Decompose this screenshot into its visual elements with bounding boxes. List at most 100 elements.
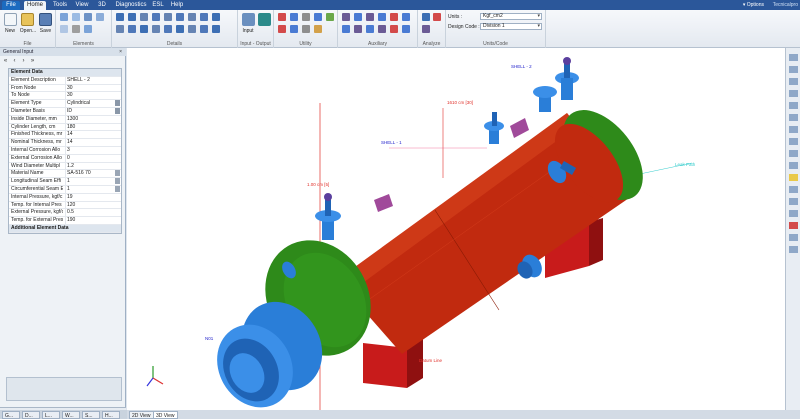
- open-folder-icon[interactable]: [21, 13, 34, 26]
- grid-row-value[interactable]: 1300: [65, 115, 121, 123]
- dropdown-arrow-icon[interactable]: [115, 100, 120, 107]
- grid-row[interactable]: Longitudinal Seam Effi 1: [9, 178, 121, 186]
- rotate-icon[interactable]: [789, 90, 798, 97]
- print-view-icon[interactable]: [789, 246, 798, 253]
- ellipsis-button[interactable]: [115, 185, 120, 192]
- open-button[interactable]: Open...: [18, 28, 38, 34]
- gear-icon[interactable]: [302, 25, 310, 33]
- 3d-view-canvas[interactable]: SHELL - 2 SHELL - 1 1610 cm [30] 1.00 cm…: [127, 48, 785, 410]
- taskbar-item-l[interactable]: L...: [42, 411, 60, 419]
- tab-diagnostics[interactable]: Diagnostics: [114, 1, 148, 10]
- aux-6-icon[interactable]: [402, 13, 410, 21]
- design-code-select[interactable]: Division 1: [480, 23, 542, 30]
- grid-row[interactable]: Material Name SA-516 70: [9, 170, 121, 179]
- ellipsis-button[interactable]: [115, 178, 120, 185]
- delete-icon[interactable]: [72, 25, 80, 33]
- pan-icon[interactable]: [789, 78, 798, 85]
- head-icon[interactable]: [72, 13, 80, 21]
- taskbar-item-general[interactable]: G...: [2, 411, 20, 419]
- tab-esl[interactable]: ESL: [150, 1, 166, 10]
- wind-icon[interactable]: [152, 25, 160, 33]
- aux-4-icon[interactable]: [378, 13, 386, 21]
- grid-row[interactable]: Element Type Cylindrical: [9, 100, 121, 108]
- taskbar-item-d[interactable]: D...: [22, 411, 40, 419]
- basering-icon[interactable]: [176, 25, 184, 33]
- taskbar-item-h[interactable]: H...: [102, 411, 120, 419]
- ellipsis-button[interactable]: [115, 170, 120, 177]
- output-icon[interactable]: [258, 13, 271, 26]
- input-button[interactable]: Input: [239, 28, 257, 34]
- grid-row-value[interactable]: 3: [65, 146, 121, 154]
- list-icon[interactable]: [290, 25, 298, 33]
- grid-row[interactable]: From Node 30: [9, 84, 121, 93]
- node-numbers-icon[interactable]: [789, 186, 798, 193]
- cone-icon[interactable]: [84, 13, 92, 21]
- help-search[interactable]: Tecnicalpro: [773, 1, 798, 9]
- grid-row[interactable]: Internal Pressure, kgf/c 19: [9, 193, 121, 202]
- zoom-icon[interactable]: [314, 13, 322, 21]
- grid-row[interactable]: Temp. for External Pres 190: [9, 217, 121, 225]
- lug-icon[interactable]: [212, 13, 220, 21]
- aux-10-icon[interactable]: [378, 25, 386, 33]
- nozzle-toggle-icon[interactable]: [789, 222, 798, 229]
- grid-row[interactable]: Internal Corrosion Allo 3: [9, 146, 121, 155]
- grid-row-value[interactable]: 0.5: [65, 209, 121, 217]
- leg-icon[interactable]: [116, 25, 124, 33]
- error-check-icon[interactable]: [278, 25, 286, 33]
- aux-9-icon[interactable]: [366, 25, 374, 33]
- grid-row-value[interactable]: SHELL - 2: [65, 76, 121, 84]
- tab-view[interactable]: View: [72, 1, 92, 10]
- new-button[interactable]: New: [1, 28, 19, 34]
- calculator-icon[interactable]: [326, 13, 334, 21]
- options-menu[interactable]: ▾ Options: [743, 1, 764, 9]
- next-icon[interactable]: ›: [20, 58, 27, 65]
- force-icon[interactable]: [140, 25, 148, 33]
- bodyflange-icon[interactable]: [212, 25, 220, 33]
- grid-row[interactable]: Temp. for Internal Pres 120: [9, 201, 121, 210]
- aux-5-icon[interactable]: [390, 13, 398, 21]
- tab-3d-view[interactable]: 3D View: [153, 411, 178, 419]
- grid-row-value[interactable]: 30: [65, 92, 121, 100]
- grid-row[interactable]: Cylinder Length, cm 180: [9, 123, 121, 132]
- grid-row[interactable]: Nominal Thickness, mr 14: [9, 139, 121, 147]
- pdf-icon[interactable]: [390, 25, 398, 33]
- aux-1-icon[interactable]: [342, 13, 350, 21]
- insert-icon[interactable]: [60, 25, 68, 33]
- grid-row-value[interactable]: SA-516 70: [65, 170, 121, 178]
- shaded-icon[interactable]: [789, 162, 798, 169]
- tubesheet-icon[interactable]: [200, 25, 208, 33]
- grid-row-value[interactable]: 30: [65, 84, 121, 92]
- grid-row[interactable]: Inside Diameter, mm 1300: [9, 115, 121, 124]
- grid-row-value[interactable]: 19: [65, 193, 121, 201]
- output-report-icon[interactable]: [422, 25, 430, 33]
- save-icon[interactable]: [39, 13, 52, 26]
- seismic-icon[interactable]: [164, 25, 172, 33]
- saddle-toggle-icon[interactable]: [789, 234, 798, 241]
- grid-row[interactable]: External Pressure, kgf/c 0.5: [9, 209, 121, 218]
- first-icon[interactable]: «: [2, 58, 9, 65]
- tab-help[interactable]: Help: [168, 1, 186, 10]
- details-icon[interactable]: [789, 210, 798, 217]
- aux-7-icon[interactable]: [342, 25, 350, 33]
- iso-view-icon[interactable]: [789, 102, 798, 109]
- wireframe-icon[interactable]: [789, 150, 798, 157]
- flip-icon[interactable]: [84, 25, 92, 33]
- nozzle-icon[interactable]: [128, 13, 136, 21]
- material-icon[interactable]: [278, 13, 286, 21]
- grid-row-value[interactable]: 180: [65, 123, 121, 131]
- zoom-window-icon[interactable]: [789, 66, 798, 73]
- side-view-icon[interactable]: [789, 138, 798, 145]
- save-button[interactable]: Save: [37, 28, 54, 34]
- aux-8-icon[interactable]: [354, 25, 362, 33]
- tray-icon[interactable]: [128, 25, 136, 33]
- cylinder-icon[interactable]: [60, 13, 68, 21]
- insulation-icon[interactable]: [176, 13, 184, 21]
- grid-row-value[interactable]: 1.2: [65, 162, 121, 170]
- grid-row-value[interactable]: ID: [65, 107, 121, 115]
- lining-icon[interactable]: [188, 13, 196, 21]
- halfpipe-icon[interactable]: [188, 25, 196, 33]
- grid-row-value[interactable]: 0: [65, 154, 121, 162]
- tab-file[interactable]: File: [2, 1, 20, 10]
- grid-row[interactable]: Wind Diameter Multipl 1.2: [9, 162, 121, 171]
- lengths-icon[interactable]: [789, 198, 798, 205]
